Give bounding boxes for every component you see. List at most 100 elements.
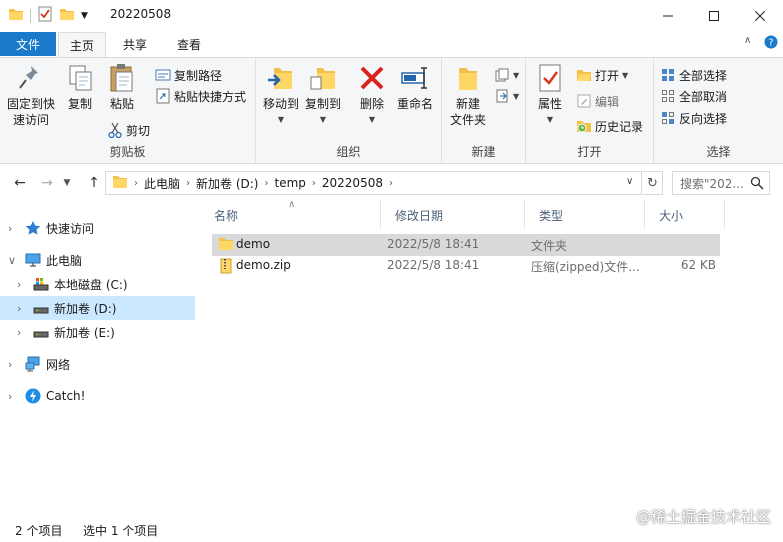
move-to-icon xyxy=(265,62,297,94)
properties-icon[interactable] xyxy=(37,6,53,25)
nav-quick-access[interactable]: › 快速访问 xyxy=(0,216,195,240)
window-title: 20220508 xyxy=(110,7,172,21)
breadcrumb-temp[interactable]: temp xyxy=(274,176,305,190)
chevron-right-icon[interactable]: › xyxy=(186,178,190,189)
column-header-size[interactable]: 大小 xyxy=(645,201,725,229)
nav-network[interactable]: › 网络 xyxy=(0,352,195,376)
invert-selection-button[interactable]: 反向选择 xyxy=(660,108,727,128)
new-folder-label-line2: 文件夹 xyxy=(449,113,486,127)
select-all-button[interactable]: 全部选择 xyxy=(660,65,727,85)
help-icon[interactable]: ? xyxy=(764,35,778,52)
expand-chevron-icon[interactable]: › xyxy=(8,358,12,371)
folder-icon xyxy=(218,237,234,254)
copy-to-icon xyxy=(307,62,339,94)
rename-button[interactable]: 重命名 xyxy=(394,62,436,112)
system-drive-icon xyxy=(33,276,49,292)
collapse-chevron-icon[interactable]: ∨ xyxy=(8,254,16,267)
new-item-dropdown-icon: ▼ xyxy=(513,70,520,80)
chevron-right-icon[interactable]: › xyxy=(389,178,393,189)
copy-to-button[interactable]: 复制到 ▼ xyxy=(304,62,342,128)
properties-button[interactable]: 属性 ▼ xyxy=(532,62,568,128)
tab-file[interactable]: 文件 xyxy=(0,32,56,56)
refresh-button[interactable]: ↻ xyxy=(643,171,663,195)
open-label: 打开 xyxy=(595,68,620,83)
nav-drive-e[interactable]: › 新加卷 (E:) xyxy=(0,320,195,344)
customize-qat-icon[interactable]: ▼ xyxy=(81,11,88,21)
new-folder-button[interactable]: 新建 文件夹 xyxy=(448,62,488,128)
status-selected-count: 选中 1 个项目 xyxy=(83,524,159,538)
chevron-right-icon[interactable]: › xyxy=(134,178,138,189)
maximize-button[interactable] xyxy=(691,0,737,31)
minimize-button[interactable] xyxy=(645,0,691,31)
open-button[interactable]: 打开 ▼ xyxy=(576,65,628,85)
column-header-type[interactable]: 类型 xyxy=(525,201,645,229)
nav-this-pc[interactable]: ∨ 此电脑 xyxy=(0,248,195,272)
pin-icon xyxy=(15,62,47,94)
expand-chevron-icon[interactable]: › xyxy=(8,390,12,403)
title-bar: ▼ 20220508 xyxy=(0,0,783,31)
copy-label: 复制 xyxy=(67,97,92,111)
tab-home[interactable]: 主页 xyxy=(58,32,107,58)
watermark: @稀土掘金技术社区 xyxy=(635,508,771,526)
properties-dropdown-icon: ▼ xyxy=(546,115,554,124)
new-item-button[interactable]: ▼ xyxy=(494,65,519,85)
history-button[interactable]: 历史记录 xyxy=(576,116,643,136)
expand-chevron-icon[interactable]: › xyxy=(17,278,21,291)
ribbon-tabs: 文件 主页 共享 查看 ∧ ? xyxy=(0,31,783,58)
column-header-name[interactable]: 名称 xyxy=(200,201,381,229)
easy-access-button[interactable]: ▼ xyxy=(494,86,519,106)
address-box[interactable]: › 此电脑 › 新加卷 (D:) › temp › 20220508 › xyxy=(105,171,642,195)
history-icon xyxy=(576,118,592,134)
expand-chevron-icon[interactable]: › xyxy=(8,222,12,235)
nav-network-label: 网络 xyxy=(46,357,71,372)
address-history-dropdown[interactable]: ∨ xyxy=(626,176,633,187)
file-name: demo xyxy=(236,237,271,251)
new-folder-icon[interactable] xyxy=(59,6,75,25)
chevron-right-icon[interactable]: › xyxy=(264,178,268,189)
new-folder-icon xyxy=(452,62,484,94)
breadcrumb-current[interactable]: 20220508 xyxy=(322,176,383,190)
delete-x-icon xyxy=(356,62,388,94)
file-row[interactable]: demo.zip 2022/5/8 18:41 压缩(zipped)文件... … xyxy=(212,255,720,277)
copy-icon xyxy=(64,62,96,94)
chevron-right-icon[interactable]: › xyxy=(312,178,316,189)
nav-catch[interactable]: › Catch! xyxy=(0,384,195,408)
forward-button[interactable]: → xyxy=(37,174,57,192)
delete-button[interactable]: 删除 ▼ xyxy=(356,62,388,128)
paste-button[interactable]: 粘贴 xyxy=(104,62,140,112)
select-none-button[interactable]: 全部取消 xyxy=(660,86,727,106)
move-to-label: 移动到 xyxy=(262,97,299,111)
up-button[interactable]: ↑ xyxy=(84,174,104,192)
cut-button[interactable]: 剪切 xyxy=(107,120,150,140)
tab-share[interactable]: 共享 xyxy=(112,32,158,57)
expand-chevron-icon[interactable]: › xyxy=(17,326,21,339)
pin-to-quick-access-button[interactable]: 固定到快 速访问 xyxy=(6,62,56,128)
file-name: demo.zip xyxy=(236,258,291,272)
close-button[interactable] xyxy=(737,0,783,31)
search-input[interactable]: 搜索"202... xyxy=(672,171,770,195)
edit-button[interactable]: 编辑 xyxy=(576,91,619,111)
collapse-ribbon-icon[interactable]: ∧ xyxy=(744,35,751,46)
file-row[interactable]: demo 2022/5/8 18:41 文件夹 xyxy=(212,234,720,256)
paste-shortcut-button[interactable]: 粘贴快捷方式 xyxy=(155,86,246,106)
recent-locations-button[interactable]: ▼ xyxy=(60,174,74,192)
nav-catch-label: Catch! xyxy=(46,389,86,403)
catch-app-icon xyxy=(25,388,41,404)
move-to-dropdown-icon: ▼ xyxy=(277,115,285,124)
nav-drive-d[interactable]: › 新加卷 (D:) xyxy=(0,296,195,320)
new-group: 新建 文件夹 ▼ ▼ 新建 xyxy=(442,58,526,164)
column-header-date[interactable]: 修改日期 xyxy=(381,201,525,229)
nav-drive-c[interactable]: › 本地磁盘 (C:) xyxy=(0,272,195,296)
expand-chevron-icon[interactable]: › xyxy=(17,302,21,315)
back-button[interactable]: ← xyxy=(10,174,30,192)
copy-path-icon xyxy=(155,67,171,83)
breadcrumb-this-pc[interactable]: 此电脑 xyxy=(144,175,180,192)
tab-view[interactable]: 查看 xyxy=(166,32,212,57)
navigation-pane: › 快速访问 ∨ 此电脑 › 本地磁盘 (C:) › 新加卷 (D:) › 新加… xyxy=(0,209,195,519)
open-folder-icon xyxy=(576,67,592,83)
copy-button[interactable]: 复制 xyxy=(62,62,98,112)
organize-group: 移动到 ▼ 复制到 ▼ 删除 ▼ 重命名 组织 xyxy=(256,58,442,164)
copy-path-button[interactable]: 复制路径 xyxy=(155,65,222,85)
move-to-button[interactable]: 移动到 ▼ xyxy=(262,62,300,128)
breadcrumb-drive-d[interactable]: 新加卷 (D:) xyxy=(196,175,258,192)
